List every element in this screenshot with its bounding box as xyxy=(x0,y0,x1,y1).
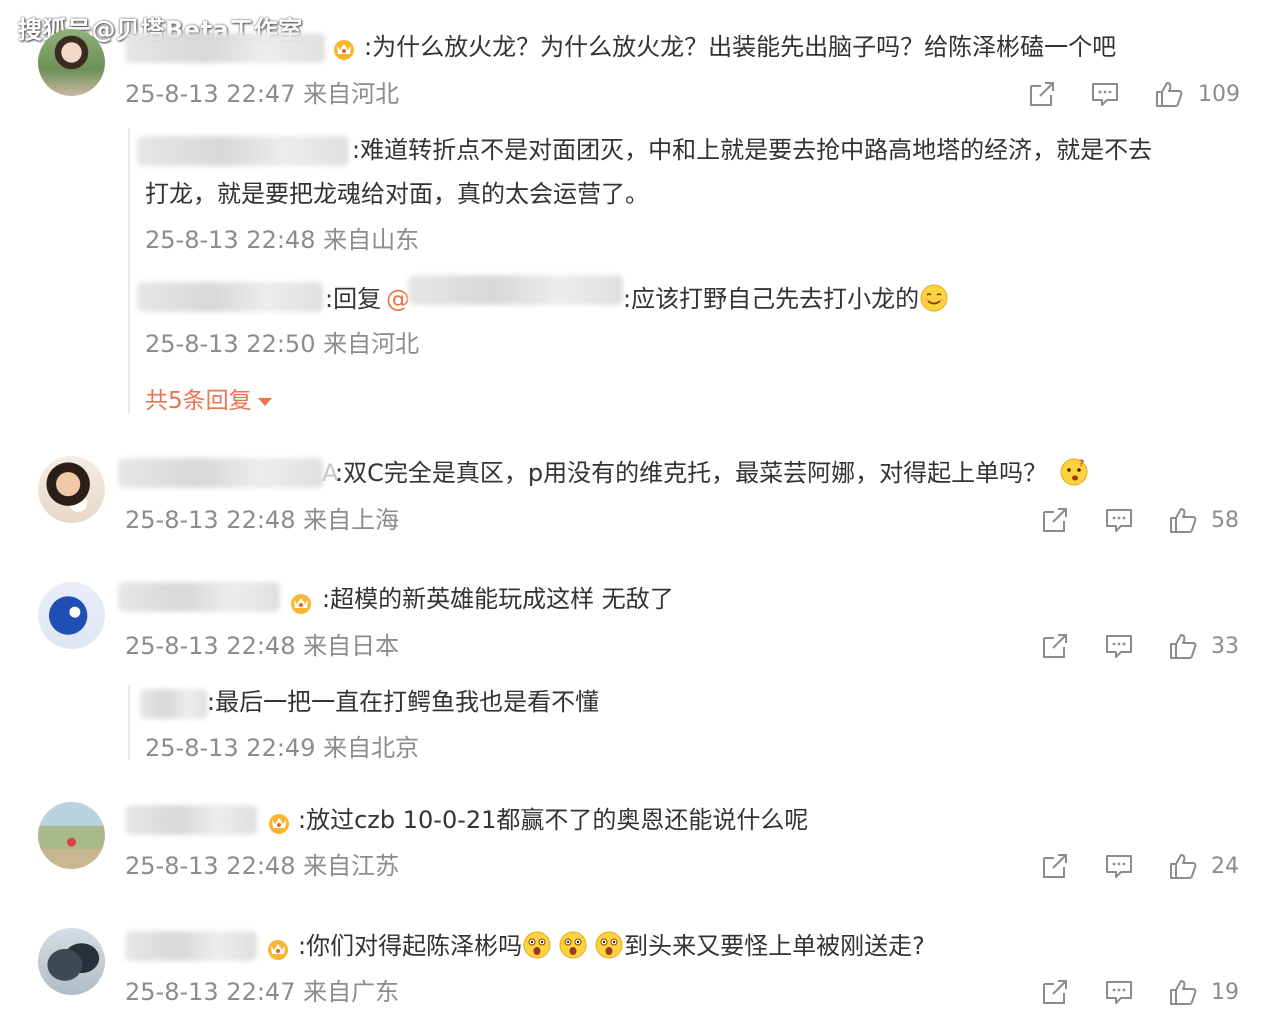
blurred-username[interactable] xyxy=(125,805,257,835)
comment-icon[interactable] xyxy=(1104,852,1134,880)
comment-icon[interactable] xyxy=(1104,978,1134,1006)
avatar[interactable] xyxy=(38,29,105,96)
share-icon[interactable] xyxy=(1040,506,1070,534)
reply-divider xyxy=(128,128,130,413)
shocked-emoji xyxy=(558,930,588,960)
blurred-username[interactable] xyxy=(125,33,325,63)
reply-meta: 25-8-13 22:48 来自山东 xyxy=(145,226,420,254)
blurred-username[interactable] xyxy=(118,458,323,488)
like-icon[interactable] xyxy=(1168,852,1198,880)
crown-badge-icon xyxy=(266,937,290,961)
comment-text: :超模的新英雄能玩成这样 无敌了 xyxy=(322,585,674,613)
reply-divider xyxy=(128,685,130,760)
like-count: 109 xyxy=(1198,82,1240,107)
shocked-emoji xyxy=(594,930,624,960)
blurred-username[interactable] xyxy=(137,136,349,166)
reply-text-body: :应该打野自己先去打小龙的 xyxy=(623,285,920,313)
comment-text-body: :双C完全是真区，p用没有的维克托，最菜芸阿娜，对得起上单吗？ xyxy=(335,459,1048,487)
like-icon[interactable] xyxy=(1168,506,1198,534)
reply-text: :最后一把一直在打鳄鱼我也是看不懂 xyxy=(207,688,600,716)
blurred-username[interactable] xyxy=(137,282,323,312)
avatar[interactable] xyxy=(38,802,105,869)
blurred-username[interactable] xyxy=(140,689,208,719)
confused-emoji xyxy=(1059,457,1089,487)
reply-text: :难道转折点不是对面团灭，中和上就是要去抢中路高地塔的经济，就是不去 xyxy=(352,136,1153,164)
caret-down-icon xyxy=(257,397,272,406)
comment-text: :双C完全是真区，p用没有的维克托，最菜芸阿娜，对得起上单吗？ xyxy=(335,457,1089,489)
comment-text: :放过czb 10-0-21都赢不了的奥恩还能说什么呢 xyxy=(298,806,809,834)
comment-text: :为什么放火龙？为什么放火龙？出装能先出脑子吗？给陈泽彬磕一个吧 xyxy=(364,33,1117,61)
comment-icon[interactable] xyxy=(1090,80,1120,108)
blurred-username[interactable] xyxy=(118,582,280,612)
comment-text-tail: 到头来又要怪上单被刚送走? xyxy=(624,932,925,960)
share-icon[interactable] xyxy=(1040,852,1070,880)
like-icon[interactable] xyxy=(1168,978,1198,1006)
comment-meta: 25-8-13 22:48 来自日本 xyxy=(125,632,400,660)
crown-badge-icon xyxy=(289,591,313,615)
comment-text: :你们对得起陈泽彬吗 到头来又要怪上单被刚送走? xyxy=(298,930,925,962)
reply-text-continued: 打龙，就是要把龙魂给对面，真的太会运营了。 xyxy=(145,180,649,208)
comment-meta: 25-8-13 22:47 来自河北 xyxy=(125,80,400,108)
like-count: 33 xyxy=(1211,634,1239,659)
like-count: 19 xyxy=(1211,980,1239,1005)
crown-badge-icon xyxy=(267,811,291,835)
comment-icon[interactable] xyxy=(1104,506,1134,534)
reply-meta: 25-8-13 22:50 来自河北 xyxy=(145,330,420,358)
share-icon[interactable] xyxy=(1027,80,1057,108)
comment-meta: 25-8-13 22:48 来自上海 xyxy=(125,506,400,534)
like-count: 24 xyxy=(1211,854,1239,879)
avatar[interactable] xyxy=(38,582,105,649)
share-icon[interactable] xyxy=(1040,632,1070,660)
avatar[interactable] xyxy=(38,456,105,523)
more-replies-link[interactable]: 共5条回复 xyxy=(145,386,272,416)
smile-emoji xyxy=(919,283,949,313)
blurred-username[interactable] xyxy=(408,275,623,305)
comment-icon[interactable] xyxy=(1104,632,1134,660)
shocked-emoji xyxy=(522,930,552,960)
reply-meta: 25-8-13 22:49 来自北京 xyxy=(145,734,420,762)
comment-meta: 25-8-13 22:48 来自江苏 xyxy=(125,852,400,880)
like-icon[interactable] xyxy=(1154,80,1184,108)
share-icon[interactable] xyxy=(1040,978,1070,1006)
reply-prefix: :回复 xyxy=(325,285,382,313)
avatar[interactable] xyxy=(38,928,105,995)
blurred-username[interactable] xyxy=(125,931,257,961)
mention-link[interactable]: @ xyxy=(386,283,410,315)
more-replies-label: 共5条回复 xyxy=(145,388,252,414)
like-count: 58 xyxy=(1211,508,1239,533)
comment-meta: 25-8-13 22:47 来自广东 xyxy=(125,978,400,1006)
reply-text: :应该打野自己先去打小龙的 xyxy=(623,283,949,315)
crown-badge-icon xyxy=(332,37,356,61)
comment-text-body: :你们对得起陈泽彬吗 xyxy=(298,932,523,960)
like-icon[interactable] xyxy=(1168,632,1198,660)
